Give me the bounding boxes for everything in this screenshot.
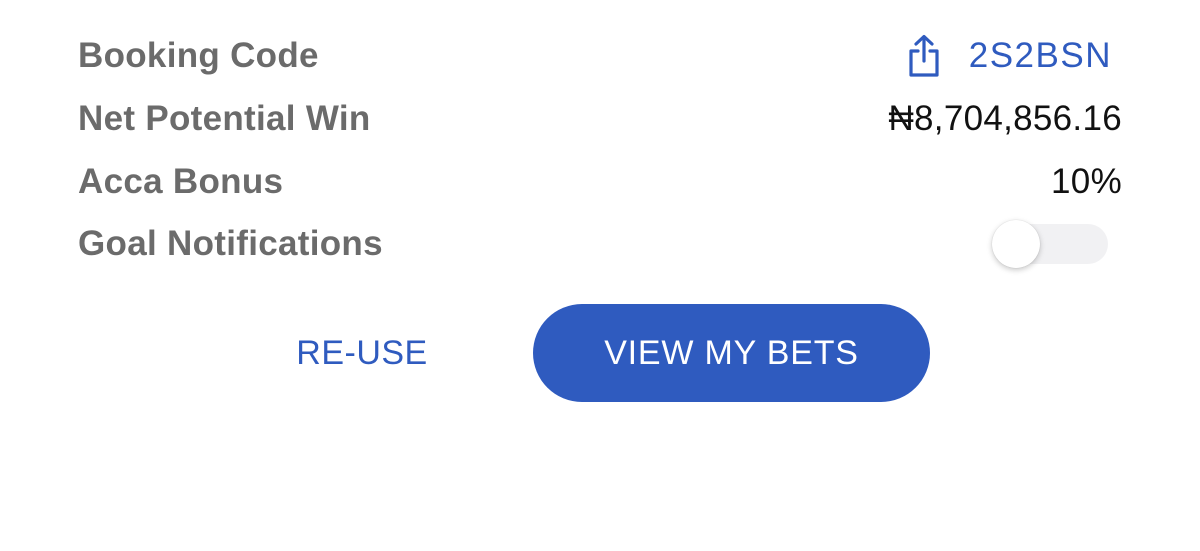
- reuse-button[interactable]: RE-USE: [262, 322, 462, 384]
- net-potential-win-value: ₦8,704,856.16: [888, 99, 1122, 138]
- net-potential-win-row: Net Potential Win ₦8,704,856.16: [78, 94, 1122, 144]
- goal-notifications-row: Goal Notifications: [78, 219, 1122, 269]
- acca-bonus-row: Acca Bonus 10%: [78, 157, 1122, 207]
- share-icon[interactable]: [907, 34, 941, 78]
- booking-code-value[interactable]: 2S2BSN: [969, 36, 1112, 76]
- booking-code-row: Booking Code 2S2BSN: [78, 31, 1122, 81]
- net-potential-win-label: Net Potential Win: [78, 99, 371, 138]
- toggle-knob: [992, 220, 1040, 268]
- booking-code-actions: 2S2BSN: [907, 34, 1112, 78]
- acca-bonus-label: Acca Bonus: [78, 162, 284, 201]
- view-my-bets-button[interactable]: VIEW MY BETS: [533, 304, 930, 402]
- goal-notifications-toggle[interactable]: [992, 220, 1108, 268]
- acca-bonus-value: 10%: [1051, 162, 1122, 201]
- bet-summary-panel: Booking Code 2S2BSN Net Potential Win ₦8…: [0, 0, 1200, 551]
- goal-notifications-label: Goal Notifications: [78, 224, 383, 263]
- booking-code-label: Booking Code: [78, 36, 319, 75]
